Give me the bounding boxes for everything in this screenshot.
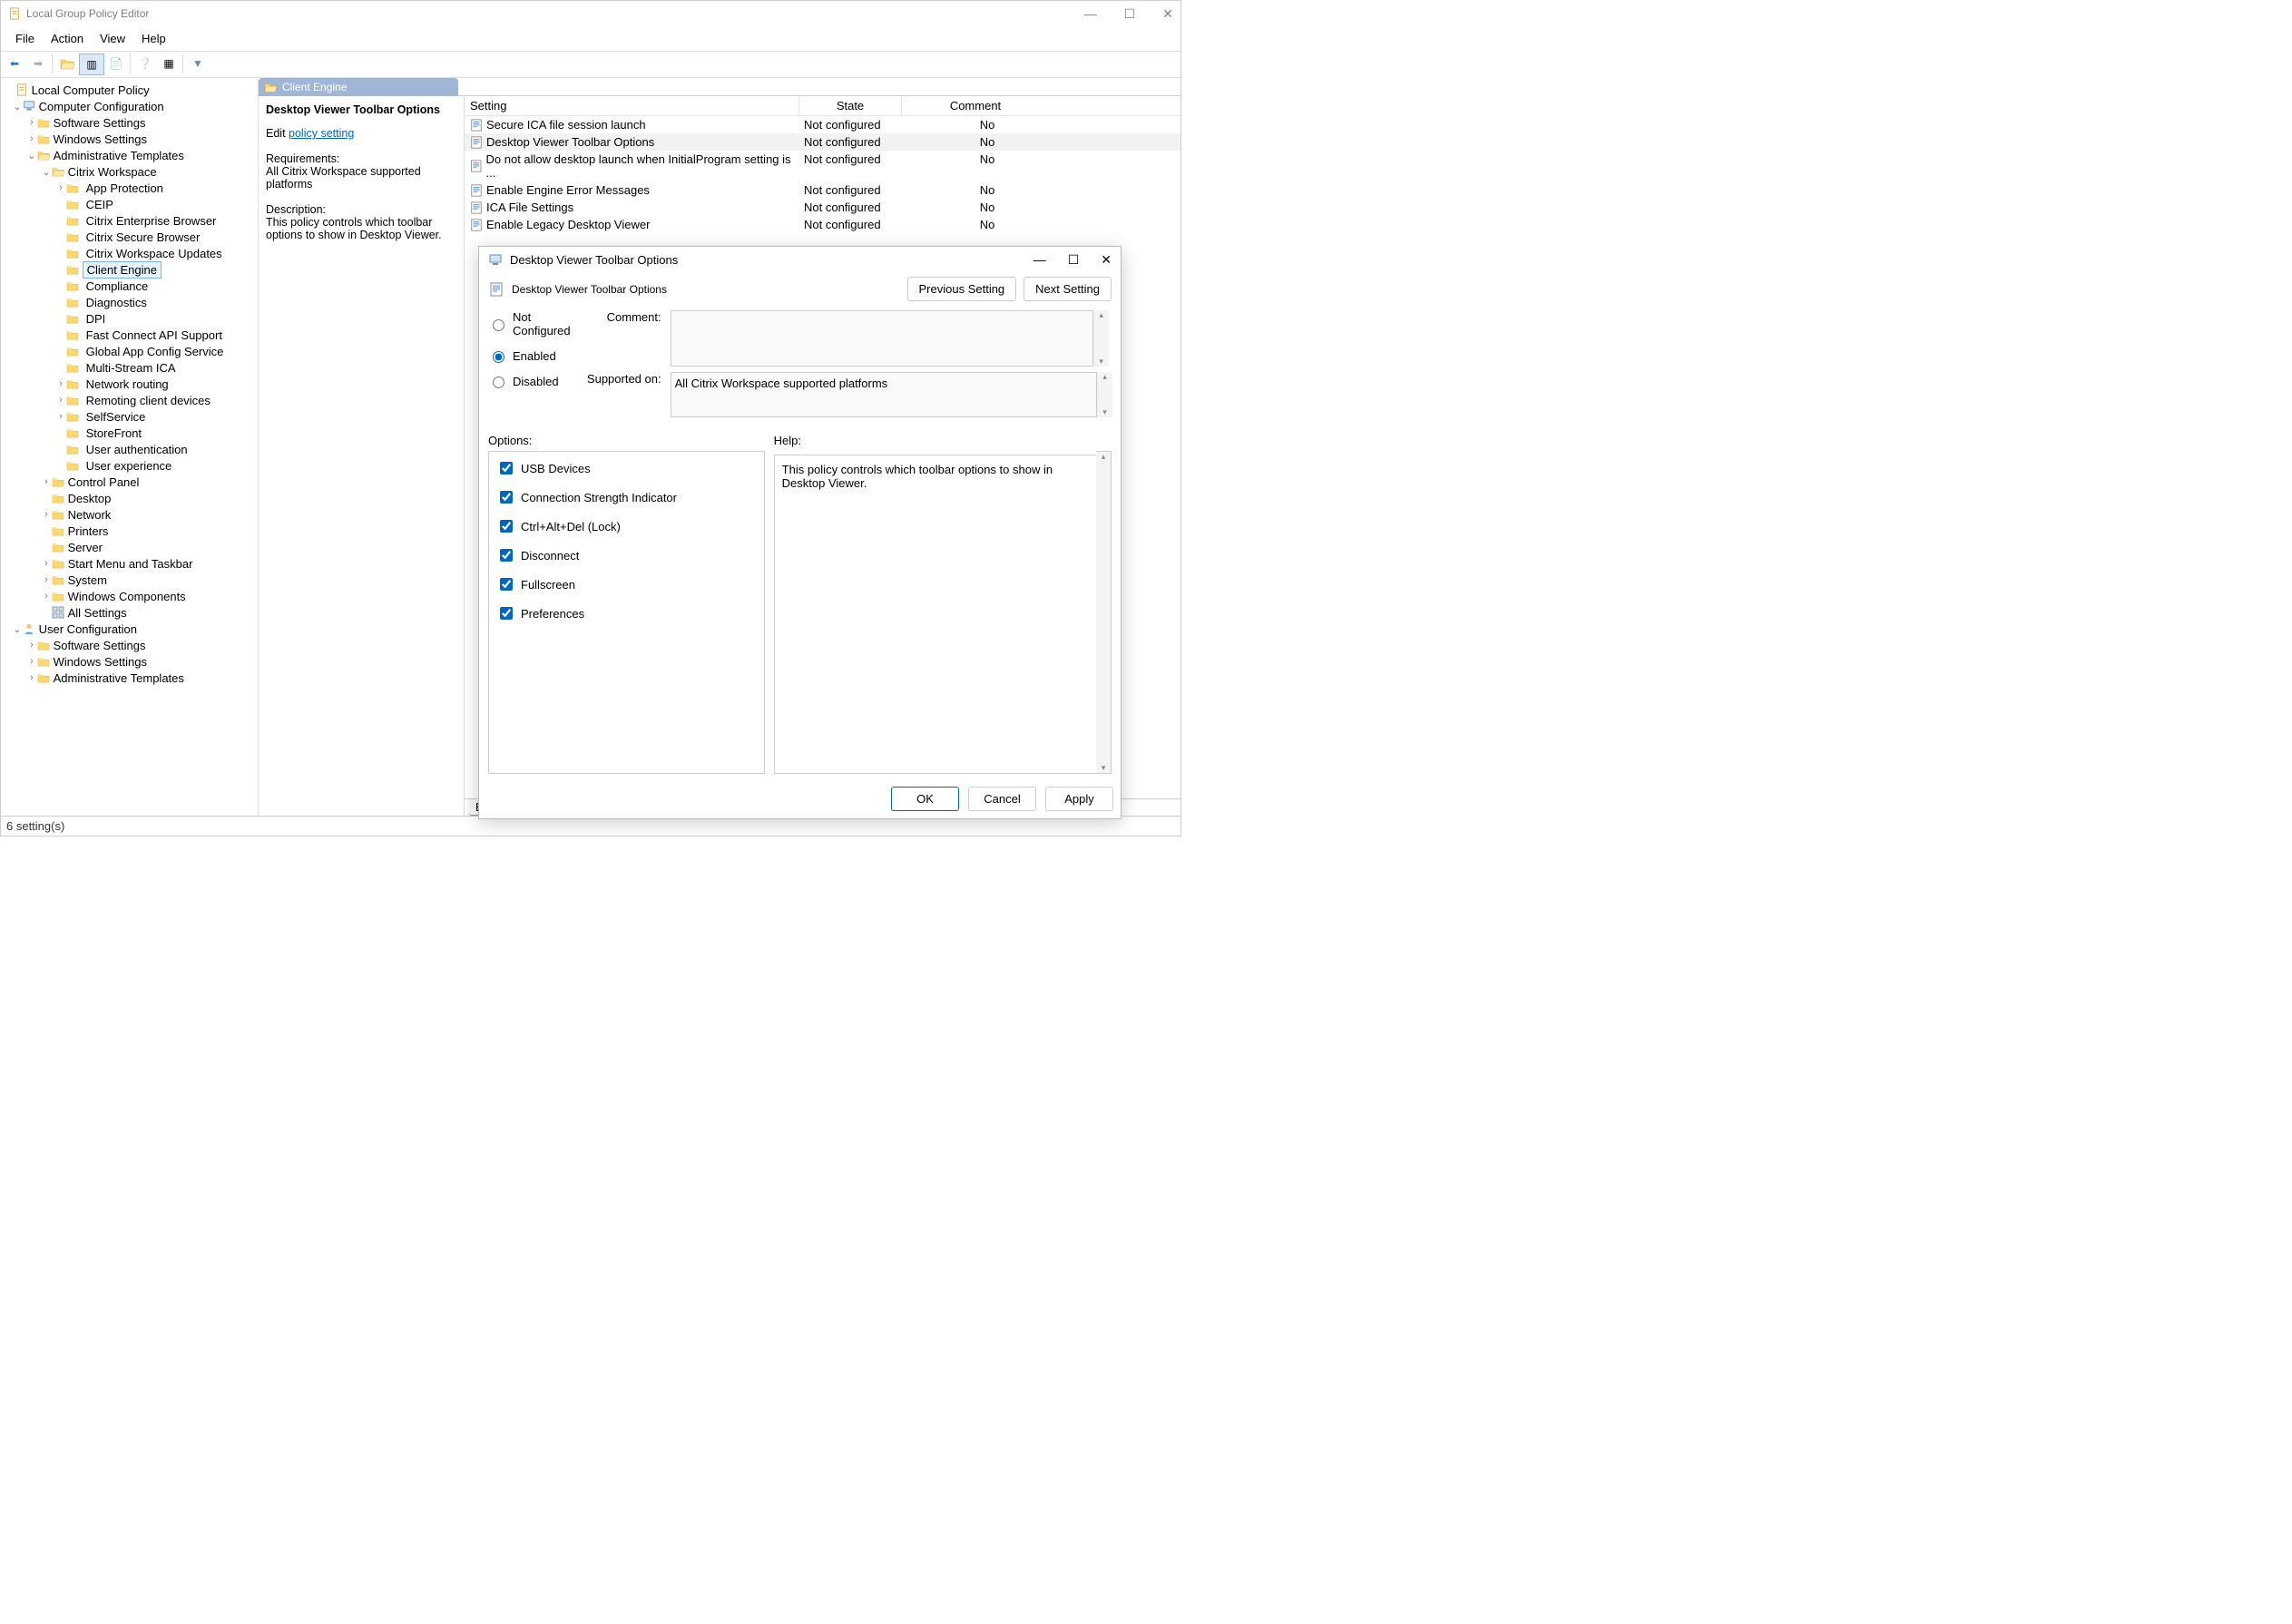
titlebar: Local Group Policy Editor — ☐ ✕ <box>1 1 1180 26</box>
tree-item[interactable]: Administrative Templates <box>54 149 184 162</box>
apply-button[interactable]: Apply <box>1045 787 1113 811</box>
setting-row[interactable]: ICA File Settings Not configuredNo <box>465 199 1180 216</box>
content-header: Client Engine <box>259 78 458 96</box>
radio-not-configured[interactable]: Not Configured <box>488 310 571 338</box>
menu-action[interactable]: Action <box>45 30 89 47</box>
tree-item[interactable]: Diagnostics <box>83 295 151 310</box>
next-setting-button[interactable]: Next Setting <box>1024 277 1112 301</box>
tree-pane[interactable]: Local Computer Policy ⌄ Computer Configu… <box>1 78 259 816</box>
toolbar: ⬅ ➡ ▥ 📄 ❔ ▦ ▼ <box>1 51 1180 78</box>
tree-item[interactable]: Desktop <box>68 492 112 505</box>
tree-computer-config[interactable]: Computer Configuration <box>39 100 164 113</box>
tree-item[interactable]: Fast Connect API Support <box>83 328 226 343</box>
comment-input[interactable] <box>671 310 1093 367</box>
tree-item[interactable]: DPI <box>83 311 110 327</box>
tree-item[interactable]: Control Panel <box>68 475 140 489</box>
description-pane: Desktop Viewer Toolbar Options Edit poli… <box>259 96 465 816</box>
tree-item[interactable]: Citrix Enterprise Browser <box>83 213 220 229</box>
edit-policy-link[interactable]: policy setting <box>289 127 354 140</box>
tree-item[interactable]: CEIP <box>83 197 117 212</box>
window-title: Local Group Policy Editor <box>26 7 149 20</box>
tree-user-config[interactable]: User Configuration <box>39 622 137 636</box>
radio-disabled[interactable]: Disabled <box>488 374 571 388</box>
setting-row[interactable]: Do not allow desktop launch when Initial… <box>465 151 1180 181</box>
filter-icon[interactable]: ▼ <box>186 54 210 73</box>
tree-item[interactable]: Compliance <box>83 279 152 294</box>
tree-item[interactable]: App Protection <box>83 181 167 196</box>
tree-item[interactable]: Citrix Workspace Updates <box>83 246 226 261</box>
policy-dialog: Desktop Viewer Toolbar Options — ☐ ✕ Des… <box>478 246 1122 819</box>
options-box: USB Devices Connection Strength Indicator… <box>488 451 765 774</box>
show-hide-tree-icon[interactable]: ▥ <box>79 54 104 75</box>
cancel-button[interactable]: Cancel <box>968 787 1036 811</box>
tree-item[interactable]: System <box>68 573 107 587</box>
help-icon[interactable]: ❔ <box>133 54 157 73</box>
ok-button[interactable]: OK <box>891 787 959 811</box>
col-comment[interactable]: Comment <box>902 96 1049 115</box>
tree-item[interactable]: Server <box>68 541 103 554</box>
tree-item[interactable]: Multi-Stream ICA <box>83 360 180 376</box>
up-icon[interactable] <box>55 54 79 73</box>
tree-item[interactable]: Windows Settings <box>54 655 147 669</box>
tree-item[interactable]: Client Engine <box>83 261 162 279</box>
option-checkbox[interactable]: Preferences <box>496 604 757 622</box>
tree-item[interactable]: Network <box>68 508 112 522</box>
tree-item[interactable]: Windows Settings <box>54 132 147 146</box>
dialog-close-icon[interactable]: ✕ <box>1101 252 1112 268</box>
tree-item[interactable]: Administrative Templates <box>54 671 184 685</box>
radio-enabled[interactable]: Enabled <box>488 348 571 363</box>
back-icon[interactable]: ⬅ <box>3 54 26 73</box>
menubar: File Action View Help <box>1 26 1180 51</box>
dialog-title: Desktop Viewer Toolbar Options <box>510 253 1026 267</box>
tree-item[interactable]: SelfService <box>83 409 150 425</box>
setting-row[interactable]: Enable Engine Error Messages Not configu… <box>465 181 1180 199</box>
col-setting[interactable]: Setting <box>465 96 799 115</box>
tree-item[interactable]: Windows Components <box>68 590 186 603</box>
export-icon[interactable]: 📄 <box>104 54 128 73</box>
tree-item[interactable]: User authentication <box>83 442 191 457</box>
tree-item[interactable]: Software Settings <box>54 116 146 130</box>
menu-view[interactable]: View <box>94 30 131 47</box>
close-button[interactable]: ✕ <box>1162 6 1173 22</box>
menu-file[interactable]: File <box>10 30 40 47</box>
minimize-button[interactable]: — <box>1084 6 1097 22</box>
menu-help[interactable]: Help <box>136 30 171 47</box>
tree-item[interactable]: Remoting client devices <box>83 393 214 408</box>
tree-item[interactable]: Global App Config Service <box>83 344 228 359</box>
maximize-button[interactable]: ☐ <box>1124 6 1136 22</box>
dialog-minimize-icon[interactable]: — <box>1033 252 1046 268</box>
policy-title: Desktop Viewer Toolbar Options <box>266 103 456 116</box>
dialog-maximize-icon[interactable]: ☐ <box>1068 252 1080 268</box>
tree-item[interactable]: Citrix Secure Browser <box>83 230 204 245</box>
setting-row[interactable]: Secure ICA file session launch Not confi… <box>465 116 1180 133</box>
help-box: This policy controls which toolbar optio… <box>774 455 1096 774</box>
properties-icon[interactable]: ▦ <box>157 54 181 73</box>
tree-item[interactable]: All Settings <box>68 606 127 620</box>
tree-item[interactable]: Start Menu and Taskbar <box>68 557 193 571</box>
option-checkbox[interactable]: Disconnect <box>496 546 757 564</box>
option-checkbox[interactable]: Ctrl+Alt+Del (Lock) <box>496 517 757 535</box>
tree-citrix-workspace[interactable]: Citrix Workspace <box>68 165 157 179</box>
setting-row[interactable]: Desktop Viewer Toolbar Options Not confi… <box>465 133 1180 151</box>
supported-on: All Citrix Workspace supported platforms <box>671 372 1097 417</box>
tree-item[interactable]: User experience <box>83 458 176 474</box>
tree-item[interactable]: StoreFront <box>83 426 145 441</box>
forward-icon[interactable]: ➡ <box>26 54 50 73</box>
option-checkbox[interactable]: USB Devices <box>496 459 757 477</box>
tree-item[interactable]: Software Settings <box>54 639 146 652</box>
setting-row[interactable]: Enable Legacy Desktop Viewer Not configu… <box>465 216 1180 233</box>
option-checkbox[interactable]: Connection Strength Indicator <box>496 488 757 506</box>
tree-item[interactable]: Printers <box>68 524 109 538</box>
tree-root[interactable]: Local Computer Policy <box>32 83 150 97</box>
col-state[interactable]: State <box>799 96 902 115</box>
previous-setting-button[interactable]: Previous Setting <box>907 277 1017 301</box>
option-checkbox[interactable]: Fullscreen <box>496 575 757 593</box>
tree-item[interactable]: Network routing <box>83 377 172 392</box>
